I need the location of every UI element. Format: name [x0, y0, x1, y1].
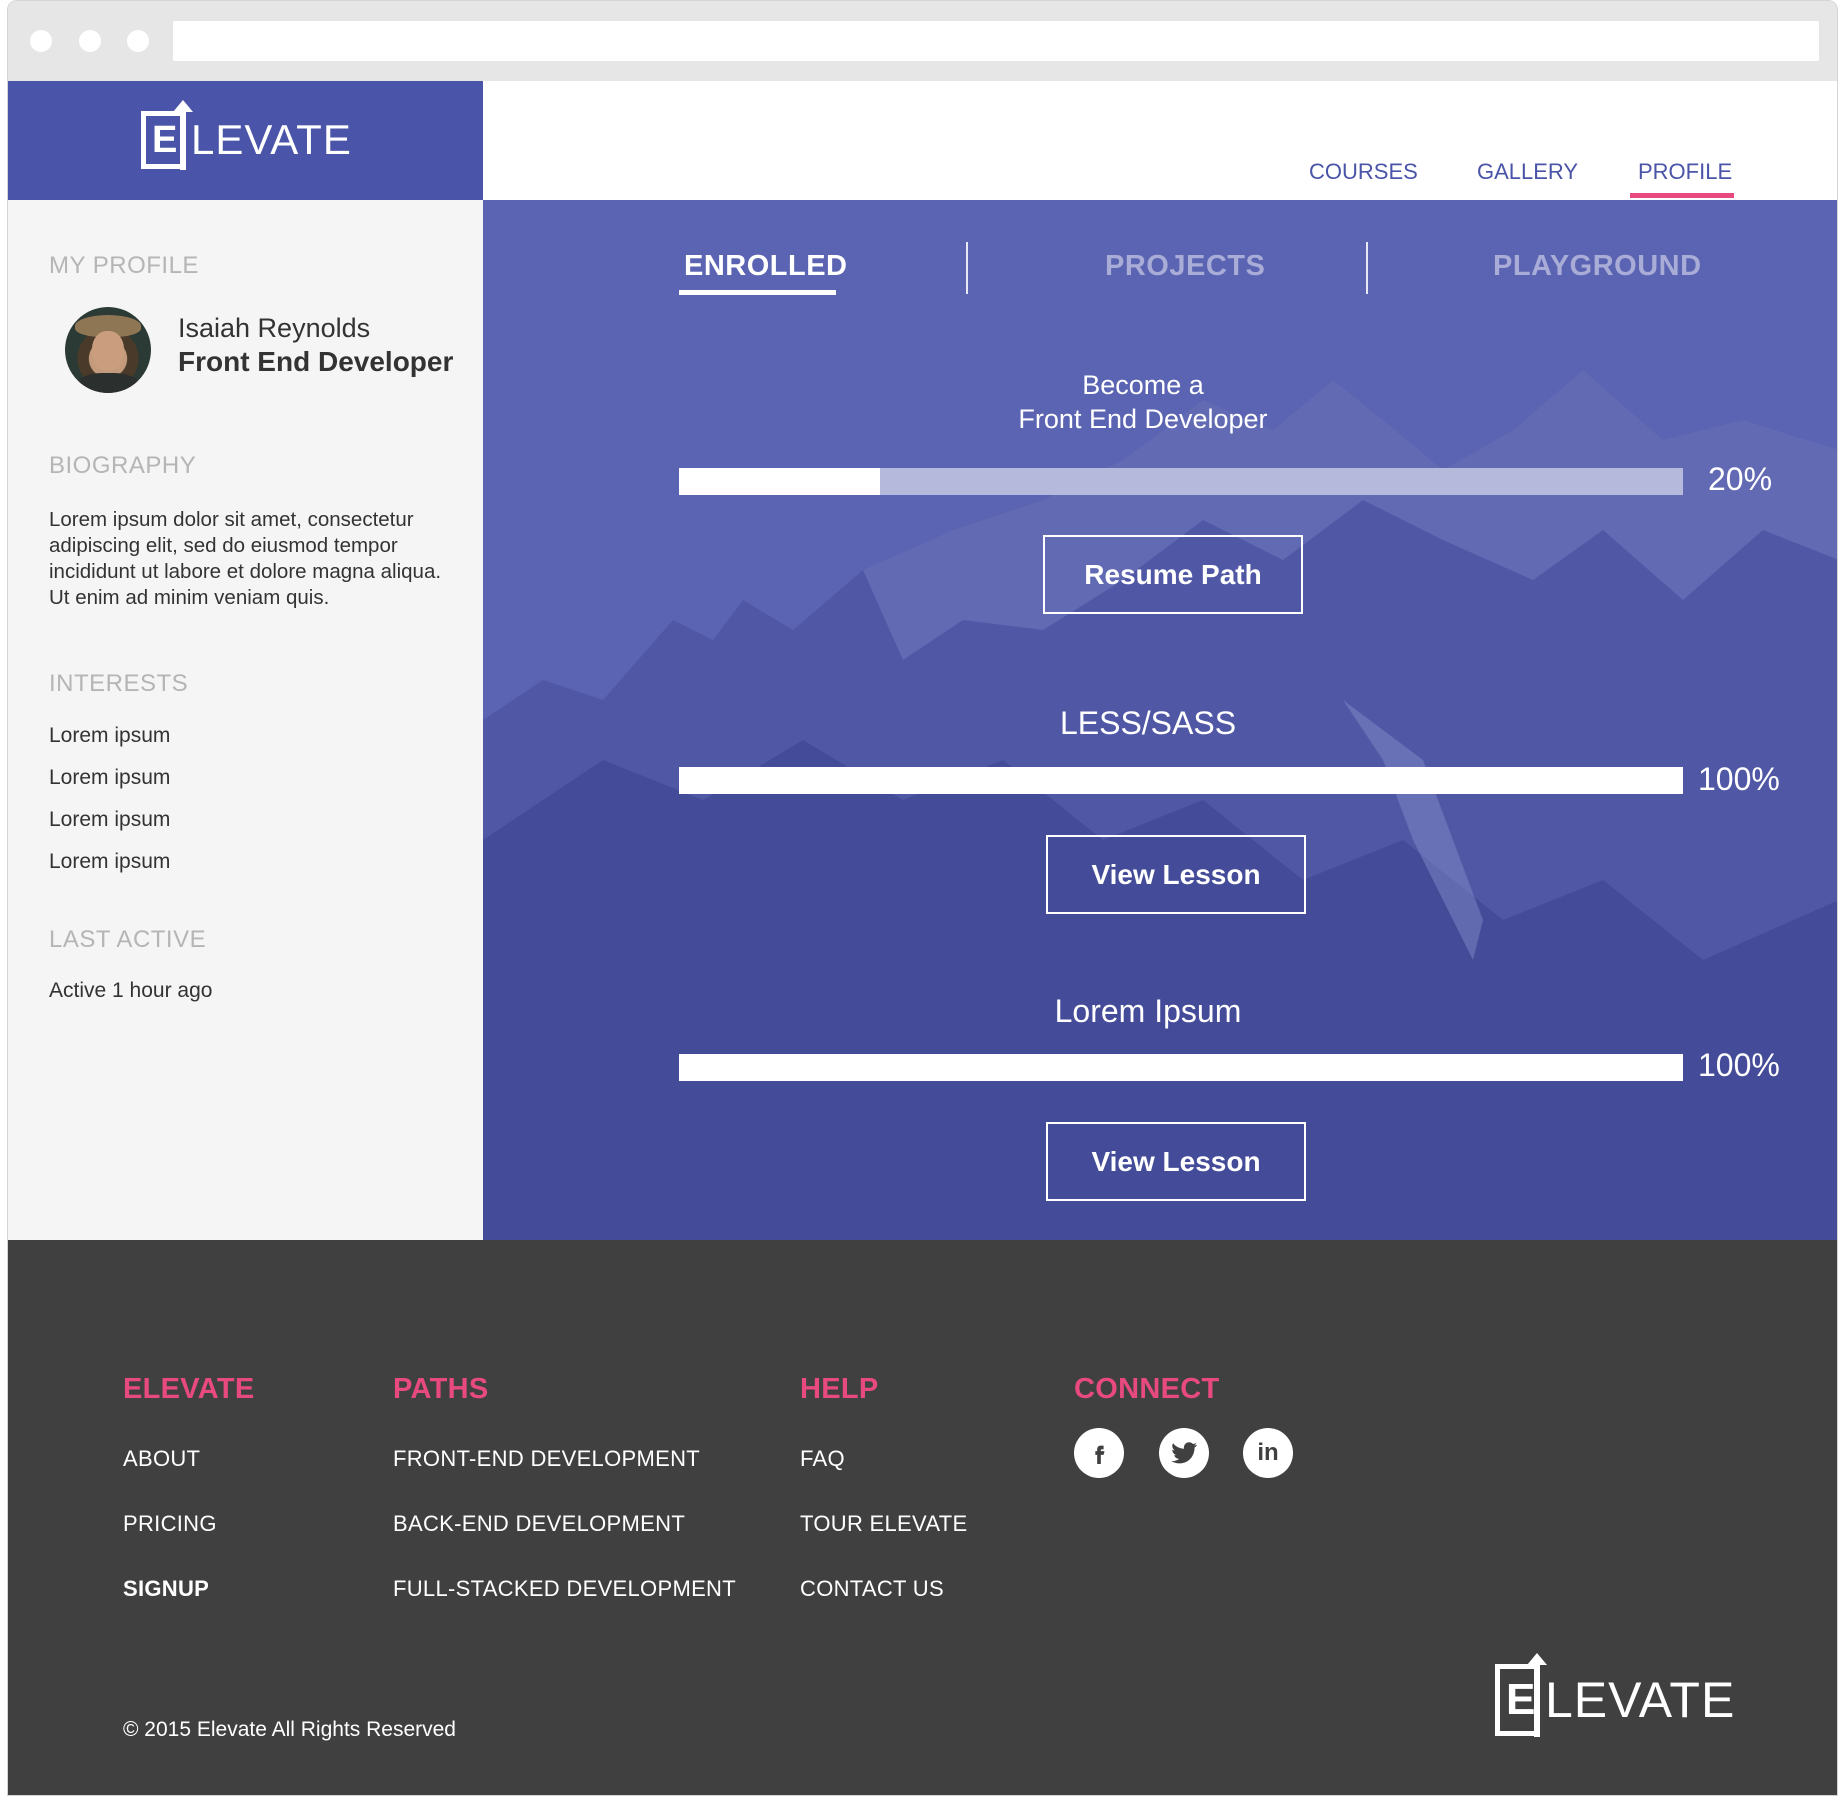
- tab-divider: [1366, 242, 1368, 294]
- progress-percent: 100%: [1698, 761, 1780, 797]
- user-role: Front End Developer: [178, 346, 454, 377]
- progress-bar: [679, 1054, 1683, 1081]
- logo-letter: E: [1506, 1675, 1536, 1724]
- biography-text: Lorem ipsum dolor sit amet, consectetur …: [49, 508, 442, 609]
- interests-heading: INTERESTS: [49, 670, 189, 697]
- profile-heading: MY PROFILE: [49, 252, 199, 279]
- footer-link-signup[interactable]: SIGNUP: [123, 1576, 209, 1602]
- facebook-icon[interactable]: [1074, 1428, 1124, 1478]
- interest-item: Lorem ipsum: [49, 766, 171, 789]
- tab-playground[interactable]: PLAYGROUND: [1493, 250, 1702, 283]
- window-control-minimize[interactable]: [79, 30, 101, 52]
- view-lesson-button[interactable]: View Lesson: [1046, 835, 1306, 914]
- logo-mark: E: [141, 100, 193, 170]
- tab-divider: [966, 242, 968, 294]
- course-title: Become a Front End Developer: [943, 368, 1343, 436]
- logo-letter: E: [152, 119, 178, 161]
- footer-link-about[interactable]: ABOUT: [123, 1446, 200, 1472]
- footer-link-faq[interactable]: FAQ: [800, 1446, 845, 1472]
- progress-fill: [679, 468, 880, 495]
- elevate-logo[interactable]: E LEVATE: [141, 100, 352, 170]
- browser-window: E LEVATE COURSES GALLERY PROFILE MY PROF…: [7, 0, 1838, 1796]
- progress-fill: [679, 1054, 1683, 1081]
- footer-link-back-end[interactable]: BACK-END DEVELOPMENT: [393, 1511, 685, 1537]
- tab-active-indicator: [679, 290, 836, 295]
- footer-link-full-stack[interactable]: FULL-STACKED DEVELOPMENT: [393, 1576, 736, 1602]
- address-bar[interactable]: [173, 21, 1819, 61]
- interest-item: Lorem ipsum: [49, 724, 171, 747]
- window-control-close[interactable]: [30, 30, 52, 52]
- footer-link-tour[interactable]: TOUR ELEVATE: [800, 1511, 967, 1537]
- course-title-line: Become a: [1082, 370, 1204, 400]
- tab-enrolled[interactable]: ENROLLED: [684, 250, 848, 283]
- interest-item: Lorem ipsum: [49, 850, 171, 873]
- nav-profile[interactable]: PROFILE: [1638, 159, 1732, 185]
- header-logo-panel: E LEVATE: [8, 81, 483, 200]
- course-title: Lorem Ipsum: [1054, 993, 1242, 1029]
- view-lesson-button[interactable]: View Lesson: [1046, 1122, 1306, 1201]
- footer-heading-connect: CONNECT: [1074, 1373, 1220, 1405]
- nav-courses[interactable]: COURSES: [1309, 159, 1418, 185]
- interest-item: Lorem ipsum: [49, 808, 171, 831]
- nav-active-indicator: [1630, 193, 1734, 198]
- nav-gallery[interactable]: GALLERY: [1477, 159, 1578, 185]
- footer-heading-elevate: ELEVATE: [123, 1373, 255, 1405]
- footer-logo[interactable]: E LEVATE: [1495, 1653, 1736, 1737]
- browser-chrome: [8, 1, 1837, 81]
- linkedin-icon[interactable]: in: [1243, 1428, 1293, 1478]
- footer-heading-paths: PATHS: [393, 1373, 489, 1405]
- avatar: [65, 307, 151, 393]
- user-name: Isaiah Reynolds: [178, 313, 371, 343]
- resume-path-button[interactable]: Resume Path: [1043, 535, 1303, 614]
- progress-bar: [679, 468, 1683, 495]
- footer-link-front-end[interactable]: FRONT-END DEVELOPMENT: [393, 1446, 700, 1472]
- last-active-heading: LAST ACTIVE: [49, 926, 207, 953]
- logo-mark: E: [1495, 1653, 1547, 1737]
- footer: ELEVATE ABOUT PRICING SIGNUP PATHS FRONT…: [8, 1240, 1837, 1795]
- course-title: LESS/SASS: [1059, 705, 1237, 741]
- top-navigation: COURSES GALLERY PROFILE: [483, 81, 1837, 200]
- progress-fill: [679, 767, 1683, 794]
- logo-arrow-icon: [173, 100, 193, 170]
- twitter-icon[interactable]: [1159, 1428, 1209, 1478]
- biography-heading: BIOGRAPHY: [49, 452, 197, 479]
- profile-sidebar: MY PROFILE Isaiah Reynolds Front End Dev…: [8, 200, 483, 1240]
- course-title-line: Front End Developer: [1018, 404, 1268, 434]
- footer-link-pricing[interactable]: PRICING: [123, 1511, 217, 1537]
- logo-arrow-icon: [1527, 1653, 1547, 1737]
- tab-projects[interactable]: PROJECTS: [1105, 250, 1265, 283]
- enrolled-panel: ENROLLED PROJECTS PLAYGROUND Become a Fr…: [483, 200, 1837, 1240]
- window-control-maximize[interactable]: [127, 30, 149, 52]
- last-active-text: Active 1 hour ago: [49, 979, 213, 1002]
- footer-heading-help: HELP: [800, 1373, 879, 1405]
- footer-link-contact[interactable]: CONTACT US: [800, 1576, 944, 1602]
- copyright-text: © 2015 Elevate All Rights Reserved: [123, 1718, 456, 1741]
- logo-wordmark: LEVATE: [1545, 1672, 1736, 1728]
- progress-bar: [679, 767, 1683, 794]
- logo-wordmark: LEVATE: [191, 116, 352, 163]
- progress-percent: 20%: [1708, 461, 1773, 497]
- progress-percent: 100%: [1698, 1047, 1780, 1083]
